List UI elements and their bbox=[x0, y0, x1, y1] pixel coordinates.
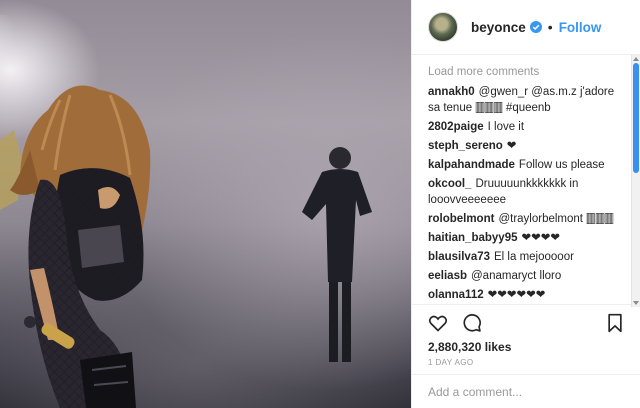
follow-button[interactable]: Follow bbox=[559, 20, 602, 35]
comment-container: annakh0 @gwen_r @as.m.z j'adore sa tenue … bbox=[428, 84, 626, 304]
comment-item: kalpahandmade Follow us please bbox=[428, 157, 626, 173]
likes-count[interactable]: 2,880,320 likes bbox=[412, 340, 640, 356]
comment-text: ❤❤❤❤ bbox=[521, 232, 561, 244]
comment-text: ❤❤❤❤❤❤ bbox=[487, 289, 546, 301]
avatar[interactable] bbox=[428, 12, 458, 42]
comment-author-link[interactable]: annakh0 bbox=[428, 86, 475, 98]
comment-item: steph_sereno ❤ bbox=[428, 138, 626, 154]
comment-item: okcool_ Druuuuunkkkkkkk in looovveeeeeee bbox=[428, 176, 626, 208]
comment-author-link[interactable]: olanna112 bbox=[428, 289, 484, 301]
comment-text: ❤ bbox=[506, 140, 517, 152]
comment-item: 2802paige I love it bbox=[428, 119, 626, 135]
comment-author-link[interactable]: haitian_babyy95 bbox=[428, 232, 517, 244]
post-timestamp[interactable]: 1 DAY AGO bbox=[412, 356, 640, 374]
instagram-post: beyonce • Follow Load more comments anna… bbox=[0, 0, 640, 408]
add-comment-bar bbox=[412, 374, 640, 408]
comment-item: haitian_babyy95 ❤❤❤❤ bbox=[428, 230, 626, 246]
comment-author-link[interactable]: blausilva73 bbox=[428, 251, 490, 263]
comment-author-link[interactable]: kalpahandmade bbox=[428, 159, 515, 171]
post-side-panel: beyonce • Follow Load more comments anna… bbox=[411, 0, 640, 408]
comment-text: @anamaryct lloro bbox=[471, 270, 562, 282]
comment-input[interactable] bbox=[428, 384, 624, 399]
scroll-thumb[interactable] bbox=[633, 63, 639, 173]
username-link[interactable]: beyonce bbox=[471, 20, 526, 35]
comments-list: Load more comments annakh0 @gwen_r @as.m.… bbox=[412, 55, 640, 304]
comment-item: annakh0 @gwen_r @as.m.z j'adore sa tenue … bbox=[428, 84, 626, 116]
comments-scrollbar[interactable] bbox=[631, 55, 640, 307]
comment-item: olanna112 ❤❤❤❤❤❤ bbox=[428, 287, 626, 303]
comment-text: El la mejooooor bbox=[494, 251, 574, 263]
concert-scene bbox=[0, 15, 372, 408]
heart-outline-icon[interactable] bbox=[428, 313, 448, 333]
post-header: beyonce • Follow bbox=[412, 0, 640, 55]
comment-text: I love it bbox=[487, 121, 525, 133]
comment-author-link[interactable]: okcool_ bbox=[428, 178, 471, 190]
comment-item: rolobelmont @traylorbelmont 🀫🀫🀫 bbox=[428, 211, 626, 227]
scroll-up-arrow-icon[interactable] bbox=[633, 57, 639, 61]
post-photo[interactable] bbox=[0, 0, 411, 408]
comment-text: Follow us please bbox=[518, 159, 605, 171]
post-actions bbox=[412, 304, 640, 340]
comment-item: blausilva73 El la mejooooor bbox=[428, 249, 626, 265]
speech-bubble-icon[interactable] bbox=[462, 313, 482, 333]
comment-item: eeliasb @anamaryct lloro bbox=[428, 268, 626, 284]
comment-author-link[interactable]: rolobelmont bbox=[428, 213, 494, 225]
comment-author-link[interactable]: 2802paige bbox=[428, 121, 484, 133]
comment-author-link[interactable]: steph_sereno bbox=[428, 140, 503, 152]
header-separator: • bbox=[547, 19, 553, 35]
distant-performer bbox=[302, 147, 372, 362]
bookmark-icon[interactable] bbox=[606, 313, 624, 333]
scroll-down-arrow-icon[interactable] bbox=[633, 301, 639, 305]
load-more-comments-link[interactable]: Load more comments bbox=[428, 62, 626, 84]
comment-text: @traylorbelmont 🀫🀫🀫 bbox=[498, 213, 614, 225]
verified-badge-icon bbox=[529, 21, 542, 33]
comment-author-link[interactable]: eeliasb bbox=[428, 270, 467, 282]
